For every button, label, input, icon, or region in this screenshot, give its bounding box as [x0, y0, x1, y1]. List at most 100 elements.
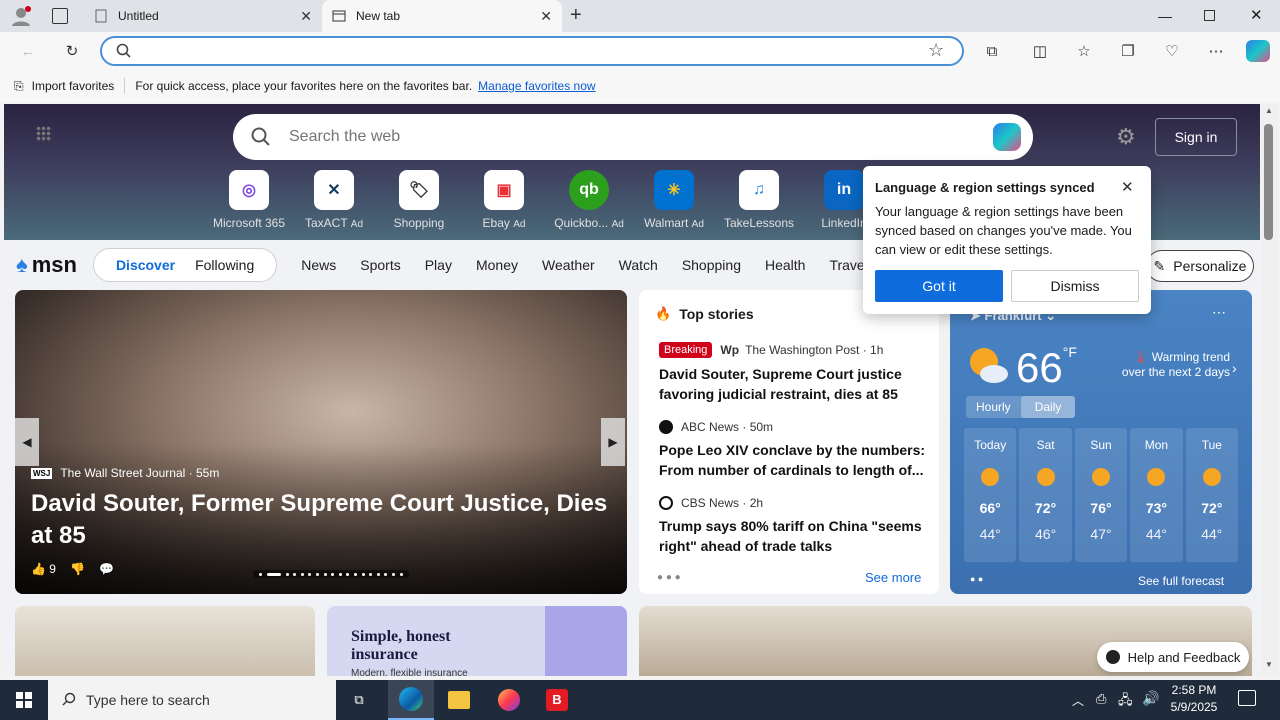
chevron-right-icon[interactable]: › [1232, 360, 1237, 376]
see-more-link[interactable]: See more [865, 570, 921, 585]
close-tab-icon[interactable]: ✕ [300, 8, 312, 25]
tab-following[interactable]: Following [195, 257, 254, 273]
forecast-day[interactable]: Sun 76° 47° [1074, 428, 1128, 562]
extensions-icon[interactable]: ⧉ [982, 41, 1002, 61]
personalize-button[interactable]: ✎ Personalize [1146, 250, 1254, 282]
file-explorer-icon[interactable] [436, 680, 482, 720]
forecast-day[interactable]: Tue 72° 44° [1185, 428, 1239, 562]
notifications-icon[interactable] [1238, 690, 1256, 706]
close-icon[interactable]: ✕ [1121, 178, 1134, 196]
edge-icon[interactable] [388, 680, 434, 720]
quicklink-shopping[interactable]: 🏷 Shopping [379, 170, 459, 230]
news-card-image[interactable] [15, 606, 315, 676]
scrollbar[interactable]: ▲ ▼ [1261, 104, 1278, 676]
address-bar[interactable]: ☆ [100, 36, 964, 66]
import-favorites-icon[interactable]: ⎘ [14, 79, 24, 94]
quicklink-taxact[interactable]: ✕ TaxACT Ad [294, 170, 374, 230]
bitdefender-icon[interactable]: B [534, 680, 580, 720]
nav-shopping[interactable]: Shopping [682, 257, 741, 273]
see-full-forecast-link[interactable]: See full forecast [1138, 574, 1224, 588]
story-headline[interactable]: Trump says 80% tariff on China "seems ri… [659, 516, 929, 556]
close-window-icon[interactable]: ✕ [1250, 6, 1263, 24]
task-view-icon[interactable]: ⧉ [336, 680, 382, 720]
tab-actions-icon[interactable] [52, 8, 68, 24]
thumbs-down-icon[interactable]: 👎 [70, 562, 85, 576]
nav-news[interactable]: News [301, 257, 336, 273]
help-feedback-button[interactable]: Help and Feedback [1097, 642, 1249, 672]
hero-headline[interactable]: David Souter, Former Supreme Court Justi… [31, 488, 621, 552]
nav-money[interactable]: Money [476, 257, 518, 273]
taskbar-clock[interactable]: 2:58 PM 5/9/2025 [1166, 682, 1222, 716]
tab-daily[interactable]: Daily [1020, 396, 1076, 418]
quicklink-microsoft-365[interactable]: ◎ Microsoft 365 [209, 170, 289, 230]
got-it-button[interactable]: Got it [875, 270, 1003, 302]
tab-new-tab[interactable]: New tab ✕ [322, 0, 562, 32]
browser-essentials-icon[interactable]: ♡ [1162, 41, 1182, 61]
volume-icon[interactable]: 🔊 [1142, 690, 1159, 707]
import-favorites-button[interactable]: Import favorites [32, 79, 115, 93]
quicklink-takelessons[interactable]: ♫ TakeLessons [719, 170, 799, 230]
tab-discover[interactable]: Discover [116, 257, 175, 273]
scroll-up-icon[interactable]: ▲ [1265, 106, 1273, 115]
minimize-icon[interactable]: — [1158, 8, 1172, 24]
story-item[interactable]: ABC News · 50m Pope Leo XIV conclave by … [659, 420, 929, 480]
search-input[interactable] [289, 128, 929, 146]
msn-logo[interactable]: ♠ msn [16, 252, 77, 278]
forecast-day[interactable]: Sat 72° 46° [1019, 428, 1072, 562]
close-tab-icon[interactable]: ✕ [540, 8, 552, 25]
split-screen-icon[interactable]: ◫ [1030, 41, 1050, 61]
refresh-icon[interactable]: ↻ [62, 41, 82, 61]
story-item[interactable]: CBS News · 2h Trump says 80% tariff on C… [659, 496, 929, 556]
story-headline[interactable]: Pope Leo XIV conclave by the numbers: Fr… [659, 440, 929, 480]
copilot-icon[interactable] [993, 123, 1021, 151]
forecast-day[interactable]: Today 66° 44° [964, 428, 1017, 562]
copilot-icon[interactable] [1246, 40, 1270, 62]
tab-hourly[interactable]: Hourly [966, 396, 1021, 418]
settings-gear-icon[interactable]: ⚙ [1116, 124, 1136, 150]
more-menu-icon[interactable]: ⋯ [1206, 41, 1226, 61]
story-item[interactable]: Breaking Wp The Washington Post · 1h Dav… [659, 342, 929, 404]
carousel-next-button[interactable]: ▶ [601, 418, 625, 466]
quicklink-quickbooks[interactable]: qb Quickbo... Ad [549, 170, 629, 230]
favorite-star-icon[interactable]: ☆ [928, 40, 944, 61]
nav-weather[interactable]: Weather [542, 257, 595, 273]
pager-dots[interactable]: ● ● ● [657, 572, 681, 583]
weather-more-icon[interactable]: ⋯ [1212, 304, 1226, 321]
nav-watch[interactable]: Watch [619, 257, 658, 273]
warming-trend[interactable]: 🌡 Warming trend over the next 2 days [1110, 350, 1230, 380]
like-button[interactable]: 👍 9 [31, 562, 56, 576]
pager-dots[interactable]: ● ● [970, 574, 983, 584]
carousel-dots[interactable] [253, 570, 409, 578]
quicklink-ebay[interactable]: ▣ Ebay Ad [464, 170, 544, 230]
nav-health[interactable]: Health [765, 257, 805, 273]
forecast-day[interactable]: Mon 73° 44° [1130, 428, 1183, 562]
collections-icon[interactable]: ❐ [1118, 41, 1138, 61]
firefox-icon[interactable] [486, 680, 532, 720]
windows-start-icon[interactable] [16, 692, 32, 708]
manage-favorites-link[interactable]: Manage favorites now [478, 79, 595, 93]
network-icon[interactable]: 🖧 [1118, 691, 1133, 713]
apps-grid-icon[interactable] [36, 126, 52, 142]
sign-in-button[interactable]: Sign in [1155, 118, 1237, 156]
new-tab-button[interactable]: + [570, 4, 582, 27]
insurance-ad-card[interactable]: Simple, honest insurance Modern, flexibl… [327, 606, 627, 676]
usb-icon[interactable]: ⎙ [1096, 691, 1106, 707]
hero-news-card[interactable]: ◀ ▶ WSJ The Wall Street Journal · 55m Da… [15, 290, 627, 594]
nav-play[interactable]: Play [425, 257, 452, 273]
restore-icon[interactable] [1204, 10, 1215, 21]
carousel-prev-button[interactable]: ◀ [15, 418, 39, 466]
scroll-down-icon[interactable]: ▼ [1265, 660, 1273, 669]
nav-sports[interactable]: Sports [360, 257, 400, 273]
scrollbar-thumb[interactable] [1264, 124, 1273, 240]
story-headline[interactable]: David Souter, Supreme Court justice favo… [659, 364, 929, 404]
chevron-up-icon[interactable]: ︿ [1072, 692, 1084, 709]
dismiss-button[interactable]: Dismiss [1011, 270, 1139, 302]
tab-untitled[interactable]: Untitled ✕ [84, 0, 322, 32]
favorites-icon[interactable]: ☆ [1074, 41, 1094, 61]
profile-icon[interactable] [10, 6, 32, 26]
back-icon[interactable]: ← [18, 41, 38, 61]
search-box[interactable] [233, 114, 1033, 160]
comment-icon[interactable]: 💬 [99, 562, 114, 576]
taskbar-search[interactable]: Type here to search [48, 680, 336, 720]
quicklink-walmart[interactable]: ✳ Walmart Ad [634, 170, 714, 230]
